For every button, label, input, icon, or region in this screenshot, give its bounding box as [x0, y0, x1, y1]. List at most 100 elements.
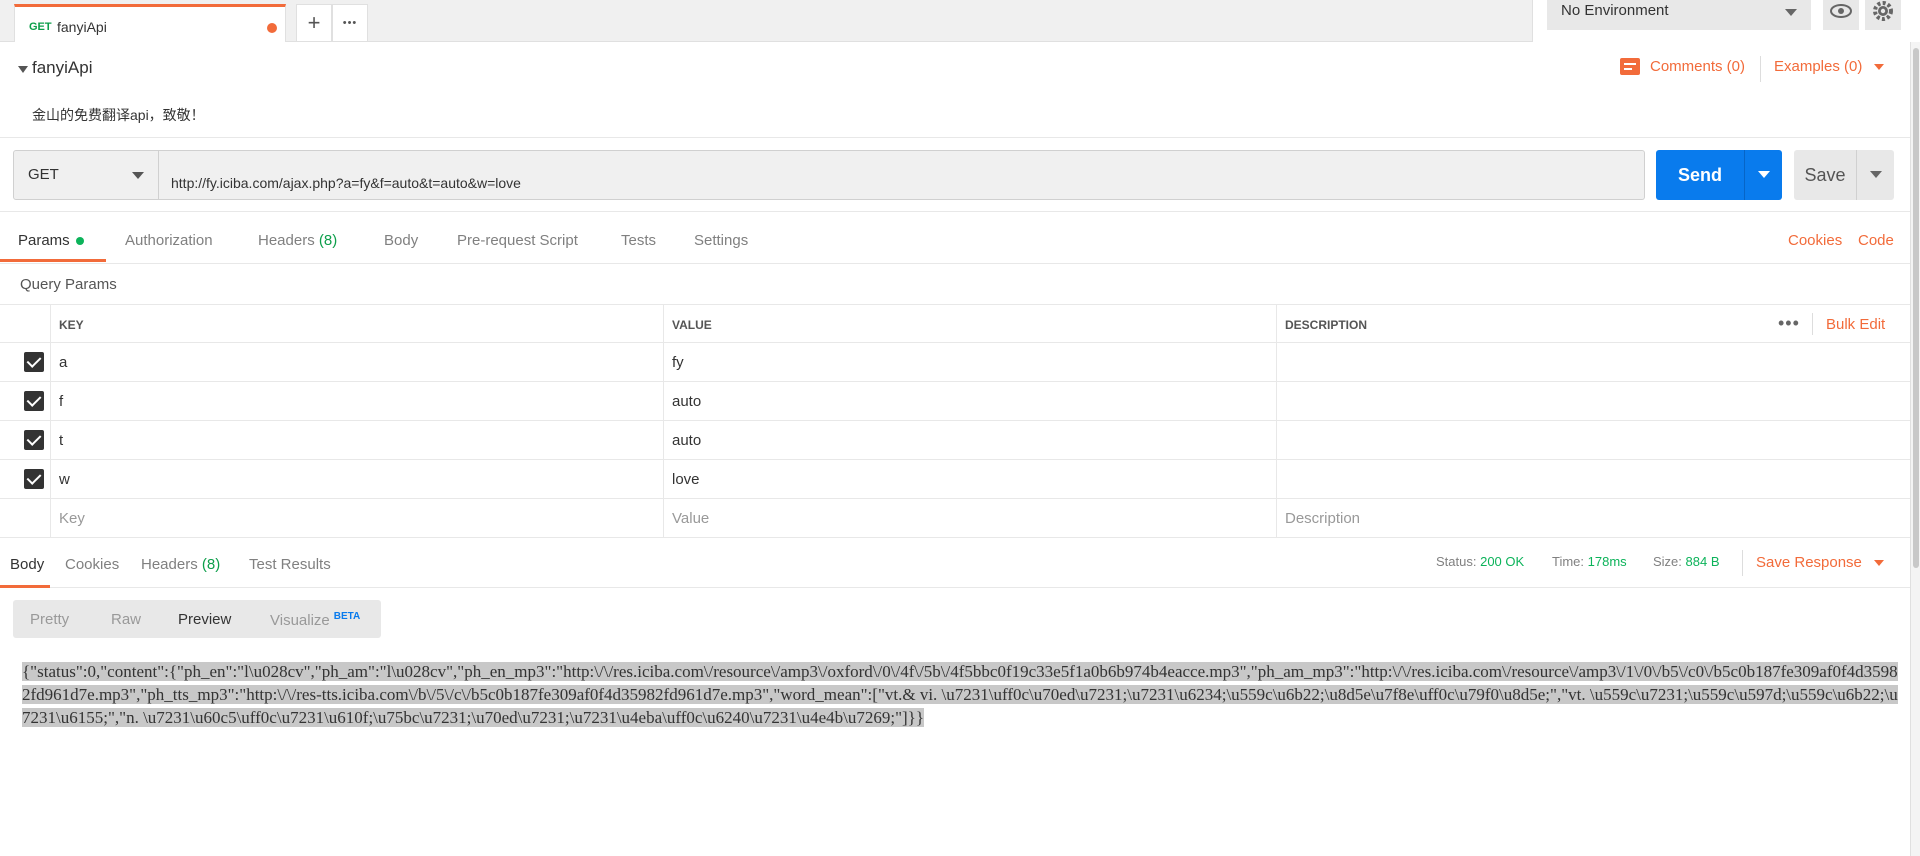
environment-area: No Environment — [1532, 0, 1920, 42]
comment-icon — [1620, 58, 1640, 75]
param-value[interactable]: auto — [663, 421, 1276, 459]
new-value-input[interactable]: Value — [663, 499, 1276, 537]
url-input[interactable] — [159, 150, 1645, 200]
param-description[interactable] — [1276, 382, 1910, 420]
method-select[interactable]: GET — [13, 150, 159, 200]
response-body[interactable]: {"status":0,"content":{"ph_en":"l\u028cv… — [22, 660, 1902, 729]
column-header-description: DESCRIPTION — [1276, 305, 1910, 342]
beta-badge: BETA — [333, 611, 361, 622]
response-size: Size: 884 B — [1653, 554, 1720, 569]
request-title[interactable]: fanyiApi — [32, 58, 92, 78]
response-tab-test-results[interactable]: Test Results — [249, 556, 331, 573]
tab-body[interactable]: Body — [384, 232, 418, 249]
response-status: Status: 200 OK — [1436, 554, 1524, 569]
table-row: w love — [0, 460, 1910, 499]
time-label: Time: — [1552, 554, 1585, 569]
param-key[interactable]: f — [50, 382, 663, 420]
chevron-down-icon — [132, 172, 144, 179]
response-tabs: Body Cookies Headers (8) Test Results St… — [0, 540, 1910, 588]
vertical-scrollbar[interactable] — [1910, 42, 1920, 856]
tab-headers[interactable]: Headers (8) — [258, 232, 337, 249]
view-tab-preview[interactable]: Preview — [178, 611, 231, 628]
tab-headers-label: Headers — [258, 232, 315, 249]
environment-select[interactable]: No Environment — [1547, 0, 1811, 30]
param-description[interactable] — [1276, 343, 1910, 381]
param-key[interactable]: t — [50, 421, 663, 459]
tab-authorization[interactable]: Authorization — [125, 232, 213, 249]
tab-tests[interactable]: Tests — [621, 232, 656, 249]
tab-params-label: Params — [18, 232, 70, 249]
examples-label: Examples (0) — [1774, 58, 1863, 75]
new-tab-button[interactable]: + — [296, 4, 332, 42]
request-header: fanyiApi 金山的免费翻译api，致敬！ Comments (0) Exa… — [0, 42, 1910, 138]
method-selected: GET — [28, 166, 59, 183]
save-options-button[interactable] — [1856, 150, 1894, 200]
collapse-caret-icon[interactable] — [18, 66, 28, 73]
save-button[interactable]: Save — [1794, 150, 1856, 200]
param-checkbox[interactable] — [24, 352, 44, 372]
divider — [1812, 313, 1813, 335]
table-row: a fy — [0, 343, 1910, 382]
param-description[interactable] — [1276, 421, 1910, 459]
scrollbar-thumb[interactable] — [1913, 48, 1919, 568]
send-options-button[interactable] — [1744, 150, 1782, 200]
eye-icon — [1830, 4, 1852, 18]
view-tab-visualize[interactable]: Visualize BETA — [270, 611, 360, 629]
table-row: f auto — [0, 382, 1910, 421]
request-tab-fanyiapi[interactable]: GET fanyiApi — [14, 4, 286, 42]
chevron-down-icon — [1873, 560, 1884, 567]
response-headers-count: (8) — [201, 556, 221, 573]
gear-icon — [1873, 1, 1893, 21]
save-response-label: Save Response — [1756, 554, 1862, 571]
settings-button[interactable] — [1865, 0, 1901, 30]
plus-icon: + — [307, 10, 321, 35]
param-checkbox[interactable] — [24, 469, 44, 489]
code-link[interactable]: Code — [1858, 232, 1894, 249]
environment-selected: No Environment — [1561, 2, 1669, 19]
chevron-down-icon — [1785, 9, 1797, 16]
param-key[interactable]: w — [50, 460, 663, 498]
param-checkbox[interactable] — [24, 391, 44, 411]
response-tab-body[interactable]: Body — [10, 556, 44, 573]
tab-options-button[interactable]: ••• — [332, 4, 368, 42]
new-description-input[interactable]: Description — [1276, 499, 1910, 537]
param-value[interactable]: love — [663, 460, 1276, 498]
bulk-edit-link[interactable]: Bulk Edit — [1826, 316, 1885, 333]
request-tabs: Params Authorization Headers (8) Body Pr… — [0, 212, 1910, 264]
chevron-down-icon — [1874, 64, 1885, 71]
param-key[interactable]: a — [50, 343, 663, 381]
unsaved-dot-icon — [267, 23, 277, 33]
divider — [1760, 56, 1761, 82]
comments-label: Comments (0) — [1650, 58, 1746, 75]
tab-params[interactable]: Params — [18, 232, 84, 249]
tab-prerequest-script[interactable]: Pre-request Script — [457, 232, 578, 249]
examples-dropdown[interactable]: Examples (0) — [1774, 58, 1885, 75]
time-value: 178ms — [1587, 554, 1627, 569]
response-view-tabs: Pretty Raw Preview Visualize BETA — [13, 600, 381, 638]
divider — [1742, 550, 1743, 576]
response-time: Time: 178ms — [1552, 554, 1627, 569]
param-value[interactable]: auto — [663, 382, 1276, 420]
tab-name: fanyiApi — [57, 19, 107, 35]
response-tab-headers[interactable]: Headers (8) — [141, 556, 220, 573]
request-description[interactable]: 金山的免费翻译api，致敬！ — [32, 105, 205, 125]
headers-count: (8) — [318, 232, 338, 249]
more-icon[interactable]: ••• — [1778, 313, 1800, 334]
table-row-new: Key Value Description — [0, 499, 1910, 538]
comments-button[interactable]: Comments (0) — [1620, 58, 1745, 75]
param-value[interactable]: fy — [663, 343, 1276, 381]
environment-quick-look-button[interactable] — [1823, 0, 1859, 30]
url-bar: GET Send Save — [0, 138, 1910, 212]
table-header-row: KEY VALUE DESCRIPTION ••• Bulk Edit — [0, 304, 1910, 343]
tab-settings[interactable]: Settings — [694, 232, 748, 249]
param-description[interactable] — [1276, 460, 1910, 498]
response-tab-cookies[interactable]: Cookies — [65, 556, 119, 573]
view-tab-pretty[interactable]: Pretty — [30, 611, 69, 628]
param-checkbox[interactable] — [24, 430, 44, 450]
new-key-input[interactable]: Key — [50, 499, 663, 537]
send-button[interactable]: Send — [1656, 150, 1744, 200]
cookies-link[interactable]: Cookies — [1788, 232, 1842, 249]
save-response-dropdown[interactable]: Save Response — [1756, 554, 1884, 571]
column-header-value: VALUE — [663, 305, 1276, 342]
view-tab-raw[interactable]: Raw — [111, 611, 141, 628]
